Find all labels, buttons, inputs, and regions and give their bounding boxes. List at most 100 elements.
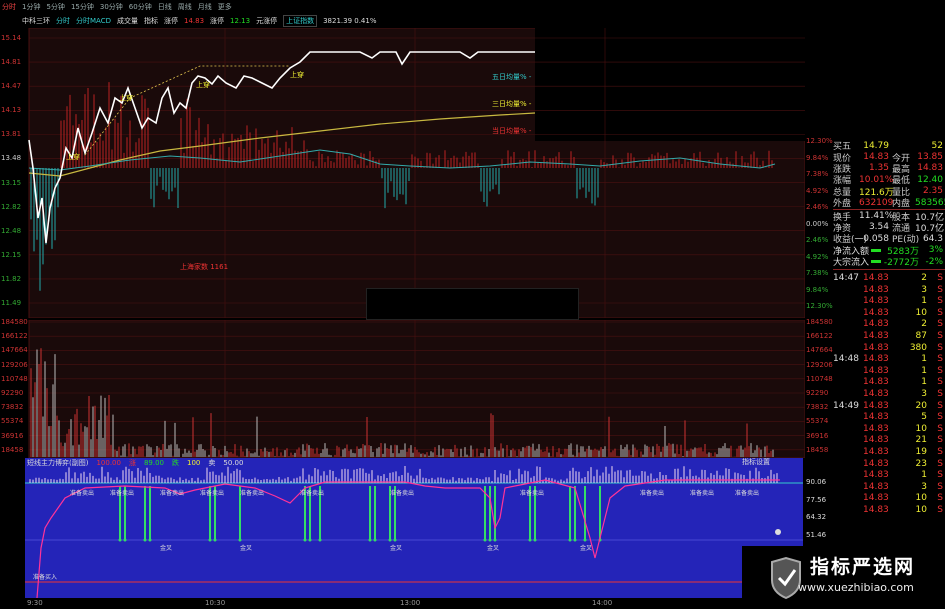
flow-row: 大宗流入 -2772万 -2% <box>833 256 945 269</box>
info-limit: 元涨停 <box>256 17 278 25</box>
tick-volume: 1 <box>921 296 927 307</box>
volume-tick-label: 129206 <box>806 360 833 369</box>
time-tick-label: 9:30 <box>27 599 43 607</box>
period-tab[interactable]: 30分钟 <box>100 2 123 12</box>
tick-volume: 1 <box>921 377 927 388</box>
index-label[interactable]: 上证指数 <box>283 15 318 27</box>
period-tab[interactable]: 60分钟 <box>129 2 152 12</box>
tick-time: 14:48 <box>833 354 859 365</box>
price-chart[interactable] <box>0 28 805 318</box>
tick-row: 14.83 10 S <box>833 493 945 505</box>
tick-row: 14.83 380 S <box>833 342 945 354</box>
price-tick-label: 12.15 <box>1 250 22 259</box>
tick-time: 14:49 <box>833 400 859 411</box>
period-tab[interactable]: 5分钟 <box>46 2 64 12</box>
info-item-2[interactable]: 成交量 <box>117 16 138 26</box>
tick-price: 14.83 <box>863 377 889 388</box>
info-item-3[interactable]: 指标 <box>144 16 158 26</box>
volume-tick-label: 184580 <box>806 318 833 326</box>
tick-direction: S <box>937 389 943 400</box>
period-tab[interactable]: 分时 <box>2 2 16 12</box>
tick-volume: 1 <box>921 365 927 376</box>
price-tick-label: 14.81 <box>1 58 22 67</box>
indicator-tick-label: 64.32 <box>806 513 827 521</box>
tick-time: 14:47 <box>833 273 859 284</box>
period-tab[interactable]: 周线 <box>178 2 192 12</box>
tick-direction: S <box>937 400 943 411</box>
golden-cross-label: 金叉 <box>160 545 173 552</box>
sell-signal-label: 准备卖出 <box>300 490 325 497</box>
period-tab[interactable]: 日线 <box>158 2 172 12</box>
quote-value: 121.6万 <box>859 187 894 198</box>
tick-direction: S <box>937 423 943 434</box>
period-tab[interactable]: 15分钟 <box>71 2 94 12</box>
volume-tick-label: 73832 <box>806 403 829 412</box>
tick-row: 14.83 1 S <box>833 377 945 389</box>
stock-name: 中科三环 <box>22 17 50 25</box>
tick-price: 14.83 <box>863 470 889 481</box>
tick-row: 14.83 23 S <box>833 458 945 470</box>
market-count-note: 上海家数 1161 <box>180 263 229 271</box>
cross-annotation: 上穿 <box>66 153 80 161</box>
time-tick-label: 13:00 <box>400 599 421 607</box>
tick-volume: 3 <box>921 481 927 492</box>
tick-price: 14.83 <box>863 284 889 295</box>
watermark-banner: 指标严选网 www.xuezhibiao.com <box>742 546 945 609</box>
sell-signal-label: 准备卖出 <box>200 490 225 497</box>
tick-price: 14.83 <box>863 435 889 446</box>
info-item-4[interactable]: 涨停 <box>164 16 178 26</box>
period-tab[interactable]: 1分钟 <box>22 2 40 12</box>
tick-row: 14.83 10 S <box>833 504 945 516</box>
tick-direction: S <box>937 365 943 376</box>
tick-price: 14.83 <box>863 273 889 284</box>
tick-row: 14:49 14.83 20 S <box>833 400 945 412</box>
indicator-settings-button[interactable]: 指标设置 <box>742 457 770 467</box>
percent-tick-label: 2.46% <box>806 236 829 244</box>
volume-chart[interactable] <box>0 320 805 458</box>
indicator-panel[interactable] <box>25 458 803 599</box>
volume-tick-label: 147664 <box>806 346 833 355</box>
quote-value: 11.41% <box>859 211 894 222</box>
period-tab-bar: 分时 1分钟 5分钟 15分钟 30分钟 60分钟 日线 周线 月线 更多 <box>0 0 535 14</box>
tick-price: 14.83 <box>863 447 889 457</box>
chart-overlay-dark <box>535 28 805 141</box>
golden-cross-label: 金叉 <box>580 545 593 552</box>
volume-tick-label: 110748 <box>806 374 833 383</box>
tick-row: 14.83 1 S <box>833 295 945 307</box>
legend-5day: 五日均量% - <box>492 73 532 81</box>
indicator-name[interactable]: 短线主力博弈(副图) <box>27 458 88 468</box>
period-tab[interactable]: 更多 <box>218 2 232 12</box>
golden-cross-label: 金叉 <box>240 545 253 552</box>
tick-direction: S <box>937 470 943 481</box>
percent-tick-label: 12.30% <box>806 137 833 145</box>
tick-row: 14:48 14.83 1 S <box>833 353 945 365</box>
indicator-tick-label: 77.56 <box>806 495 827 504</box>
period-tab[interactable]: 月线 <box>198 2 212 12</box>
flow-bar <box>871 248 881 252</box>
tick-volume: 20 <box>915 400 927 411</box>
percent-tick-label: 2.46% <box>806 203 829 211</box>
tick-price: 14.83 <box>863 400 889 411</box>
sell-signal-label: 准备卖出 <box>390 490 415 497</box>
tick-price: 14.83 <box>863 296 889 307</box>
tick-volume: 21 <box>915 435 927 446</box>
tick-direction: S <box>937 342 943 353</box>
price-tick-label: 12.82 <box>1 202 22 211</box>
volume-tick-label: 18458 <box>806 445 829 454</box>
info-item-0[interactable]: 分时 <box>56 16 70 26</box>
tick-direction: S <box>937 273 943 284</box>
golden-cross-label: 金叉 <box>390 545 403 552</box>
quote-value-2: 64.3 <box>922 233 943 244</box>
sell-signal-label: 准备卖出 <box>240 490 265 497</box>
info-item-1[interactable]: 分时MACD <box>76 16 111 26</box>
tick-price: 14.83 <box>863 504 889 515</box>
sell-signal-label: 准备卖出 <box>70 490 95 497</box>
tick-row: 14.83 3 S <box>833 284 945 296</box>
quote-value-2: 13.85 <box>917 152 943 163</box>
quote-value: 14.83 <box>863 152 889 163</box>
cross-annotation: 上穿 <box>196 81 210 89</box>
tick-price: 14.83 <box>863 493 889 504</box>
sell-signal-label: 准备卖出 <box>735 490 760 497</box>
tick-price: 14.83 <box>863 389 889 400</box>
tick-row: 14.83 3 S <box>833 481 945 493</box>
